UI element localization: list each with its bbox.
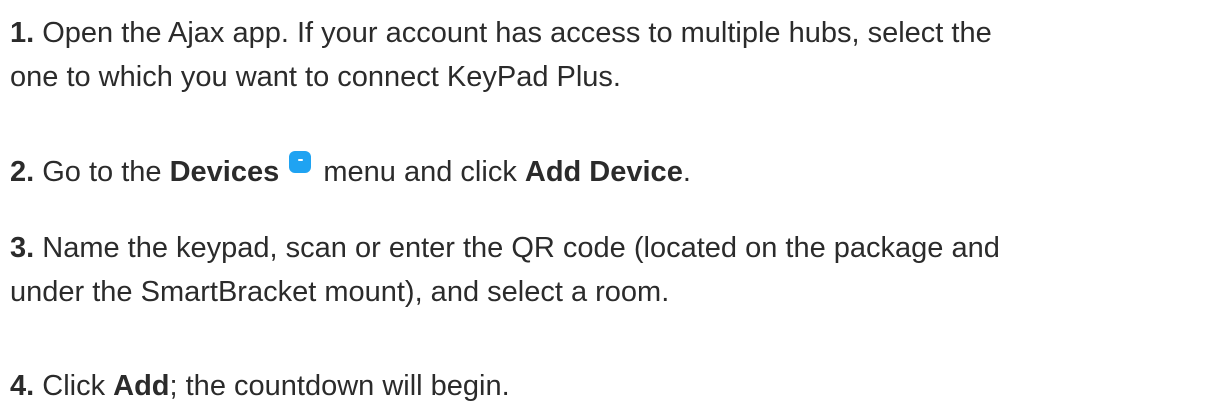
step-3-number: 3.	[10, 232, 35, 264]
step-3: 3. Name the keypad, scan or enter the QR…	[10, 226, 1220, 314]
step-1-text: Open the Ajax app. If your account has a…	[34, 17, 992, 49]
step-1: 1. Open the Ajax app. If your account ha…	[10, 11, 1220, 99]
step-2-number: 2.	[10, 156, 35, 188]
step-4-text-before: Click	[34, 370, 114, 402]
devices-menu-label: Devices	[169, 156, 280, 188]
step-1-line-2: one to which you want to connect KeyPad …	[10, 61, 621, 93]
step-2: 2. Go to the Devices menu and click Add …	[10, 150, 1220, 194]
step-2-line-1: 2. Go to the Devices menu and click Add …	[10, 150, 1220, 194]
step-3-line-2: under the SmartBracket mount), and selec…	[10, 276, 670, 308]
step-3-line-1: 3. Name the keypad, scan or enter the QR…	[10, 226, 1220, 270]
step-2-text-middle: menu and click	[315, 156, 525, 188]
devices-icon	[289, 151, 312, 173]
step-3-text: Name the keypad, scan or enter the QR co…	[34, 232, 1000, 264]
step-2-text-after: .	[682, 156, 691, 188]
step-4-number: 4.	[10, 370, 35, 402]
step-2-text-before: Go to the	[34, 156, 170, 188]
step-1-line-1: 1. Open the Ajax app. If your account ha…	[10, 11, 1220, 55]
step-4-line-1: 4. Click Add; the countdown will begin.	[10, 364, 1220, 408]
step-1-number: 1.	[10, 17, 35, 49]
step-4: 4. Click Add; the countdown will begin.	[10, 364, 1220, 408]
add-device-label: Add Device	[524, 156, 683, 188]
step-4-text-after: ; the countdown will begin.	[169, 370, 510, 402]
add-label: Add	[113, 370, 170, 402]
